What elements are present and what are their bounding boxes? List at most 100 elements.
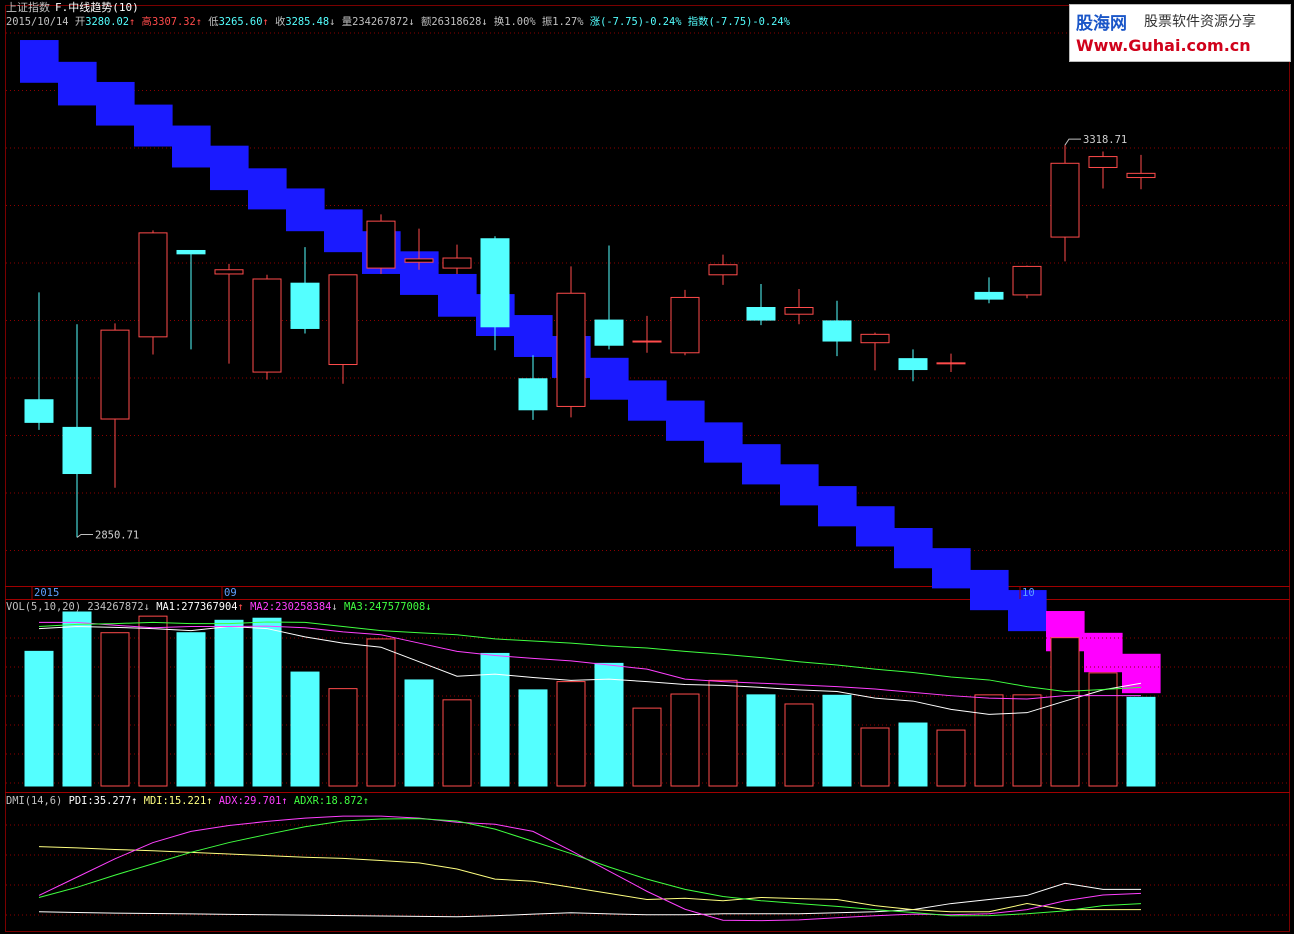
ma1-label: MA1:: [156, 601, 182, 613]
quote-date: 2015/10/14: [6, 16, 69, 28]
formula-name[interactable]: F.中线趋势(10): [55, 1, 139, 14]
volume-bar: [366, 638, 396, 787]
candle: [62, 324, 92, 538]
candle: [746, 284, 776, 326]
volume-bar: [708, 679, 738, 787]
candle: [1088, 151, 1118, 189]
main-grid: [6, 32, 1289, 551]
amount-label: 额: [420, 16, 432, 28]
trend-band-step: [1084, 632, 1123, 673]
candle: [176, 249, 206, 350]
volume-bar: [176, 632, 206, 787]
candle-body: [936, 362, 966, 365]
ma1-arrow: ↑: [237, 601, 244, 613]
high-value: 3307.32: [151, 16, 196, 28]
dmi-adx-line: [38, 815, 1142, 922]
vol-header: VOL(5,10,20) 234267872↓ MA1:277367904↑ M…: [6, 600, 432, 614]
volume-bar: [290, 671, 320, 787]
trend-band-step: [96, 81, 135, 126]
candle-body: [176, 249, 206, 255]
volume-label: 量: [341, 16, 353, 28]
dmi-panel: [6, 815, 1289, 922]
volume-bar: [24, 650, 54, 787]
volume-bar: [328, 688, 358, 787]
change: 涨(-7.75)-0.24%: [589, 16, 682, 28]
candle: [1012, 265, 1042, 299]
trend-band-step: [1122, 653, 1161, 694]
close-label: 收: [274, 16, 286, 28]
candle: [860, 332, 890, 371]
amount-arrow: ↓: [481, 16, 488, 28]
candle-body: [100, 329, 130, 420]
candle: [556, 266, 586, 418]
low-label: 低: [208, 16, 219, 28]
candle-body: [62, 426, 92, 475]
mdi-arrow: ↑: [206, 795, 213, 807]
candle: [784, 289, 814, 325]
logo-url: Www.Guhai.com.cn: [1076, 36, 1251, 55]
candle-body: [632, 340, 662, 343]
candle-body: [214, 269, 244, 275]
candle-body: [708, 264, 738, 276]
dmi-title: DMI(14,6): [6, 795, 63, 807]
candle: [822, 300, 852, 357]
candle-body: [898, 358, 928, 371]
pdi-arrow: ↑: [131, 795, 138, 807]
volume-bar: [252, 617, 282, 787]
volume-bar: [898, 722, 928, 787]
candle: [898, 349, 928, 382]
trend-band-step: [514, 315, 553, 357]
vol-value: 234267872: [87, 601, 144, 613]
volume-bar: [556, 681, 586, 787]
candle: [328, 274, 358, 384]
ma3-value: 247577008: [368, 601, 426, 613]
ma2-arrow: ↓: [331, 601, 338, 613]
candle-body: [480, 238, 510, 328]
mdi-label: MDI:: [143, 795, 169, 807]
instrument-name[interactable]: 上证指数: [6, 1, 50, 14]
turnover: 换1.00%: [493, 16, 536, 28]
candle: [1126, 154, 1156, 190]
adxr-value: 18.872: [325, 795, 363, 807]
volume-bar: [404, 679, 434, 787]
candle-body: [746, 307, 776, 321]
close-value: 3285.48: [285, 16, 330, 28]
close-arrow: ↓: [329, 16, 336, 28]
candle: [632, 315, 662, 353]
trend-band-step: [818, 486, 857, 527]
volume-bar: [138, 615, 168, 787]
vol-value-arrow: ↓: [143, 601, 150, 613]
adxr-label: ADXR:: [293, 795, 326, 807]
ma1-value: 277367904: [181, 601, 238, 613]
trend-band-step: [894, 528, 933, 569]
trend-band-step: [666, 400, 705, 441]
trend-band-step: [134, 104, 173, 147]
high-annotation-label: 3318.71: [1083, 134, 1127, 146]
candle-body: [518, 378, 548, 411]
volume-bar: [518, 689, 548, 787]
candle-body: [1050, 162, 1080, 238]
open-label: 开: [74, 16, 86, 28]
trend-band-step: [58, 61, 97, 106]
candle-body: [670, 296, 700, 354]
ma2-label: MA2:: [250, 601, 276, 613]
volume-bar: [62, 611, 92, 787]
trend-band-step: [210, 145, 249, 191]
volume-bar: [860, 727, 890, 787]
adxr-arrow: ↑: [362, 795, 369, 807]
candle: [974, 277, 1004, 304]
pdi-value: 35.277: [93, 795, 132, 807]
volume-bar: [100, 632, 130, 787]
trend-band-step: [590, 357, 629, 400]
annotation-leader: [76, 533, 93, 538]
trend-band-step: [780, 464, 819, 506]
candle-body: [366, 220, 396, 269]
index-change: 指数(-7.75)-0.24%: [687, 16, 790, 28]
candle-body: [252, 278, 282, 373]
candle: [214, 263, 244, 364]
vol-title: VOL(5,10,20): [6, 601, 82, 613]
ma3-label: MA3:: [343, 601, 369, 613]
mdi-value: 15.221: [168, 795, 207, 807]
candle-body: [290, 282, 320, 329]
candle-body: [138, 232, 168, 338]
